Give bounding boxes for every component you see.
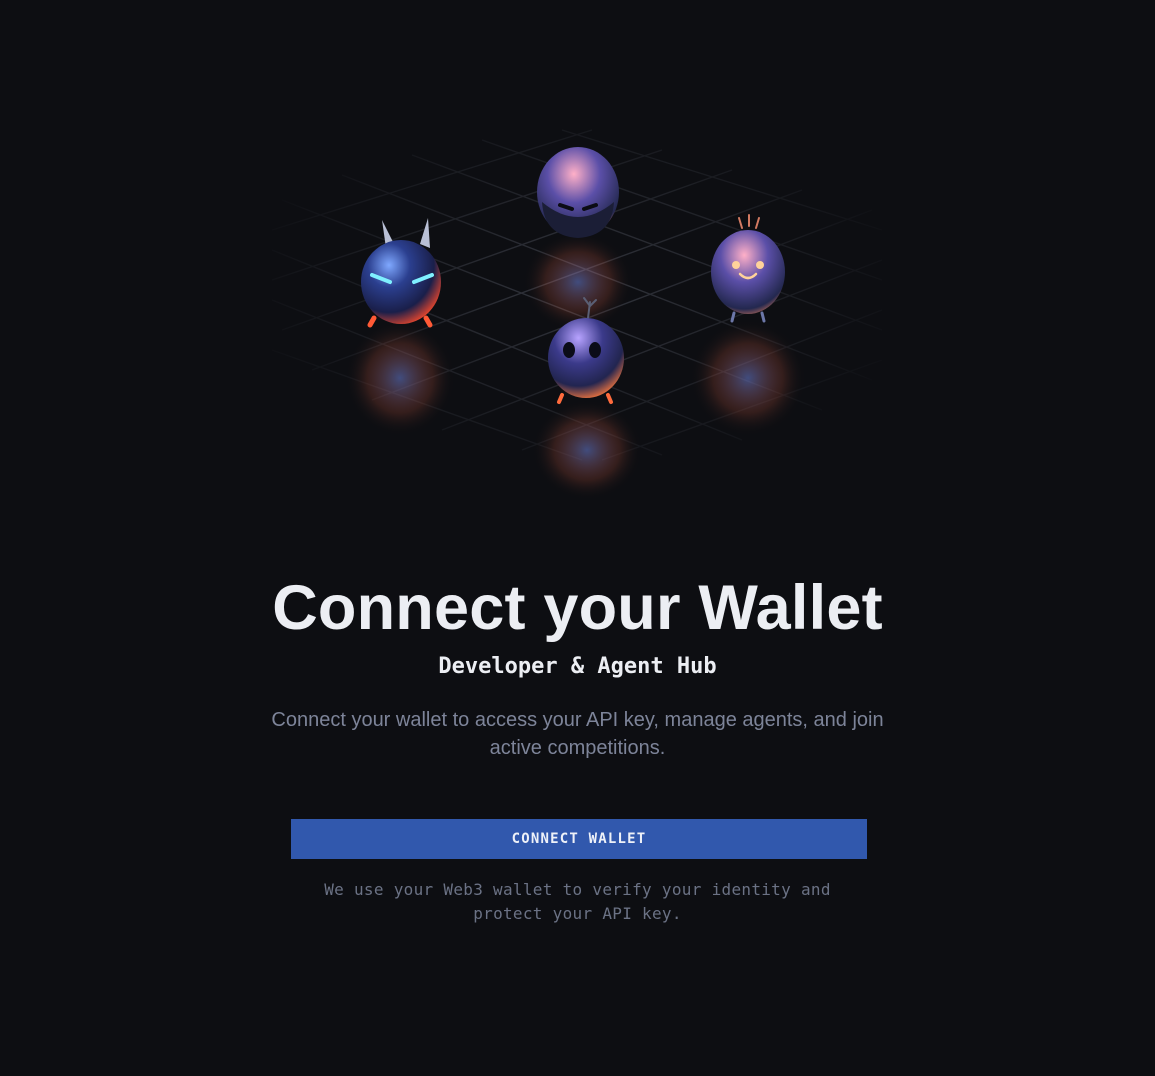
agent-mascots-illustration — [262, 110, 892, 510]
connect-wallet-page: Connect your Wallet Developer & Agent Hu… — [0, 0, 1155, 1076]
page-subtitle: Developer & Agent Hub — [438, 654, 717, 679]
horned-robot-mascot — [361, 218, 441, 328]
page-description: Connect your wallet to access your API k… — [271, 709, 884, 759]
page-title: Connect your Wallet — [272, 573, 883, 643]
smiling-mascot — [711, 214, 785, 323]
helmet-mascot — [537, 147, 619, 238]
wallet-security-note: We use your Web3 wallet to verify your i… — [324, 880, 831, 923]
connect-wallet-button[interactable]: CONNECT WALLET — [291, 819, 867, 859]
